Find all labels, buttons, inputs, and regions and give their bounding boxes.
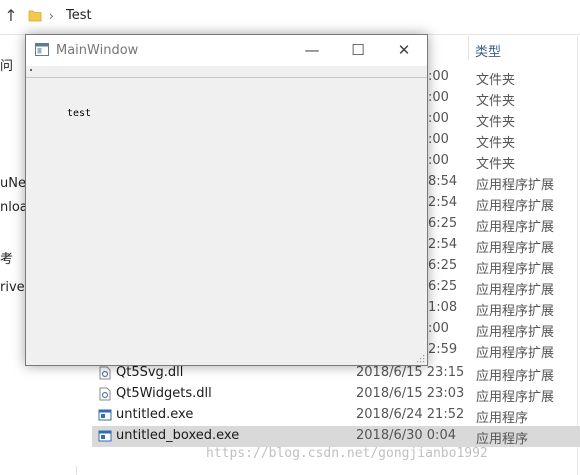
file-type: 应用程序扩展 [476,390,555,405]
file-date-fragment: :00 [428,132,449,147]
file-date-fragment: :00 [428,111,449,126]
file-name: Qt5Widgets.dll [116,386,212,401]
file-type: 文件夹 [476,94,516,109]
test-label: test [67,108,92,119]
exe-icon [98,430,112,442]
file-row-selected[interactable]: untitled_boxed.exe 2018/6/30 0:04 应用程序 [92,426,580,447]
file-name: untitled_boxed.exe [116,428,240,443]
file-date-fragment: 6:25 [428,279,458,294]
column-header-type[interactable]: 类型 [475,41,501,60]
file-type: 应用程序扩展 [476,241,555,256]
close-button[interactable]: ✕ [381,35,427,66]
menu-bar-handle [30,69,32,71]
address-bar: ↑ › Test [0,0,580,35]
qt-main-window[interactable]: MainWindow — ☐ ✕ test [25,34,428,366]
file-type: 应用程序 [476,411,529,426]
file-type: 文件夹 [476,136,516,151]
file-date-fragment: 6:25 [428,258,458,273]
menu-bar[interactable] [26,66,427,77]
file-date-fragment: :00 [428,321,449,336]
dll-icon [99,366,111,380]
central-widget [26,78,427,365]
column-divider [468,36,469,60]
window-title: MainWindow [56,43,139,58]
file-date-fragment: :00 [428,69,449,84]
resize-grip-icon[interactable] [415,353,425,363]
maximize-button[interactable]: ☐ [335,35,381,66]
file-type: 应用程序扩展 [476,178,555,193]
file-type: 文件夹 [476,73,516,88]
file-date: 2018/6/15 23:03 [356,386,465,401]
file-date-fragment: 2:54 [428,237,458,252]
file-row[interactable]: Qt5Widgets.dll 2018/6/15 23:03 应用程序扩展 [92,384,580,405]
file-type: 应用程序扩展 [476,199,555,214]
file-row[interactable]: untitled.exe 2018/6/24 21:52 应用程序 [92,405,580,426]
file-type: 应用程序扩展 [476,325,555,340]
divider [76,466,77,475]
dll-icon [99,387,111,401]
file-type: 文件夹 [476,157,516,172]
file-date-fragment: :00 [428,90,449,105]
breadcrumb[interactable]: Test [66,8,92,23]
exe-icon [98,409,112,421]
file-name: untitled.exe [116,407,194,422]
file-type: 应用程序扩展 [476,283,555,298]
up-arrow-icon[interactable]: ↑ [2,7,20,25]
file-date-fragment: 8:54 [428,174,458,189]
file-date: 2018/6/15 23:15 [356,365,465,380]
minimize-button[interactable]: — [289,35,335,66]
file-name: Qt5Svg.dll [116,365,184,380]
folder-icon [28,10,42,22]
file-date-fragment: 2:59 [428,342,458,357]
file-type: 应用程序扩展 [476,369,555,384]
file-type: 应用程序扩展 [476,346,555,361]
window-app-icon [35,43,49,56]
breadcrumb-chevron-icon: › [49,9,54,23]
file-date-fragment: 6:25 [428,216,458,231]
file-date-fragment: 2:54 [428,195,458,210]
title-bar[interactable]: MainWindow — ☐ ✕ [26,35,427,66]
watermark: https://blog.csdn.net/gongjianbo1992 [206,446,488,461]
file-type: 文件夹 [476,115,516,130]
file-date-fragment: :00 [428,153,449,168]
file-date: 2018/6/30 0:04 [356,428,456,443]
file-type: 应用程序扩展 [476,262,555,277]
file-row[interactable]: Qt5Svg.dll 2018/6/15 23:15 应用程序扩展 [92,363,580,384]
file-type: 应用程序 [476,432,529,447]
file-date: 2018/6/24 21:52 [356,407,465,422]
file-type: 应用程序扩展 [476,220,555,235]
file-date-fragment: 1:08 [428,300,458,315]
file-type: 应用程序扩展 [476,304,555,319]
